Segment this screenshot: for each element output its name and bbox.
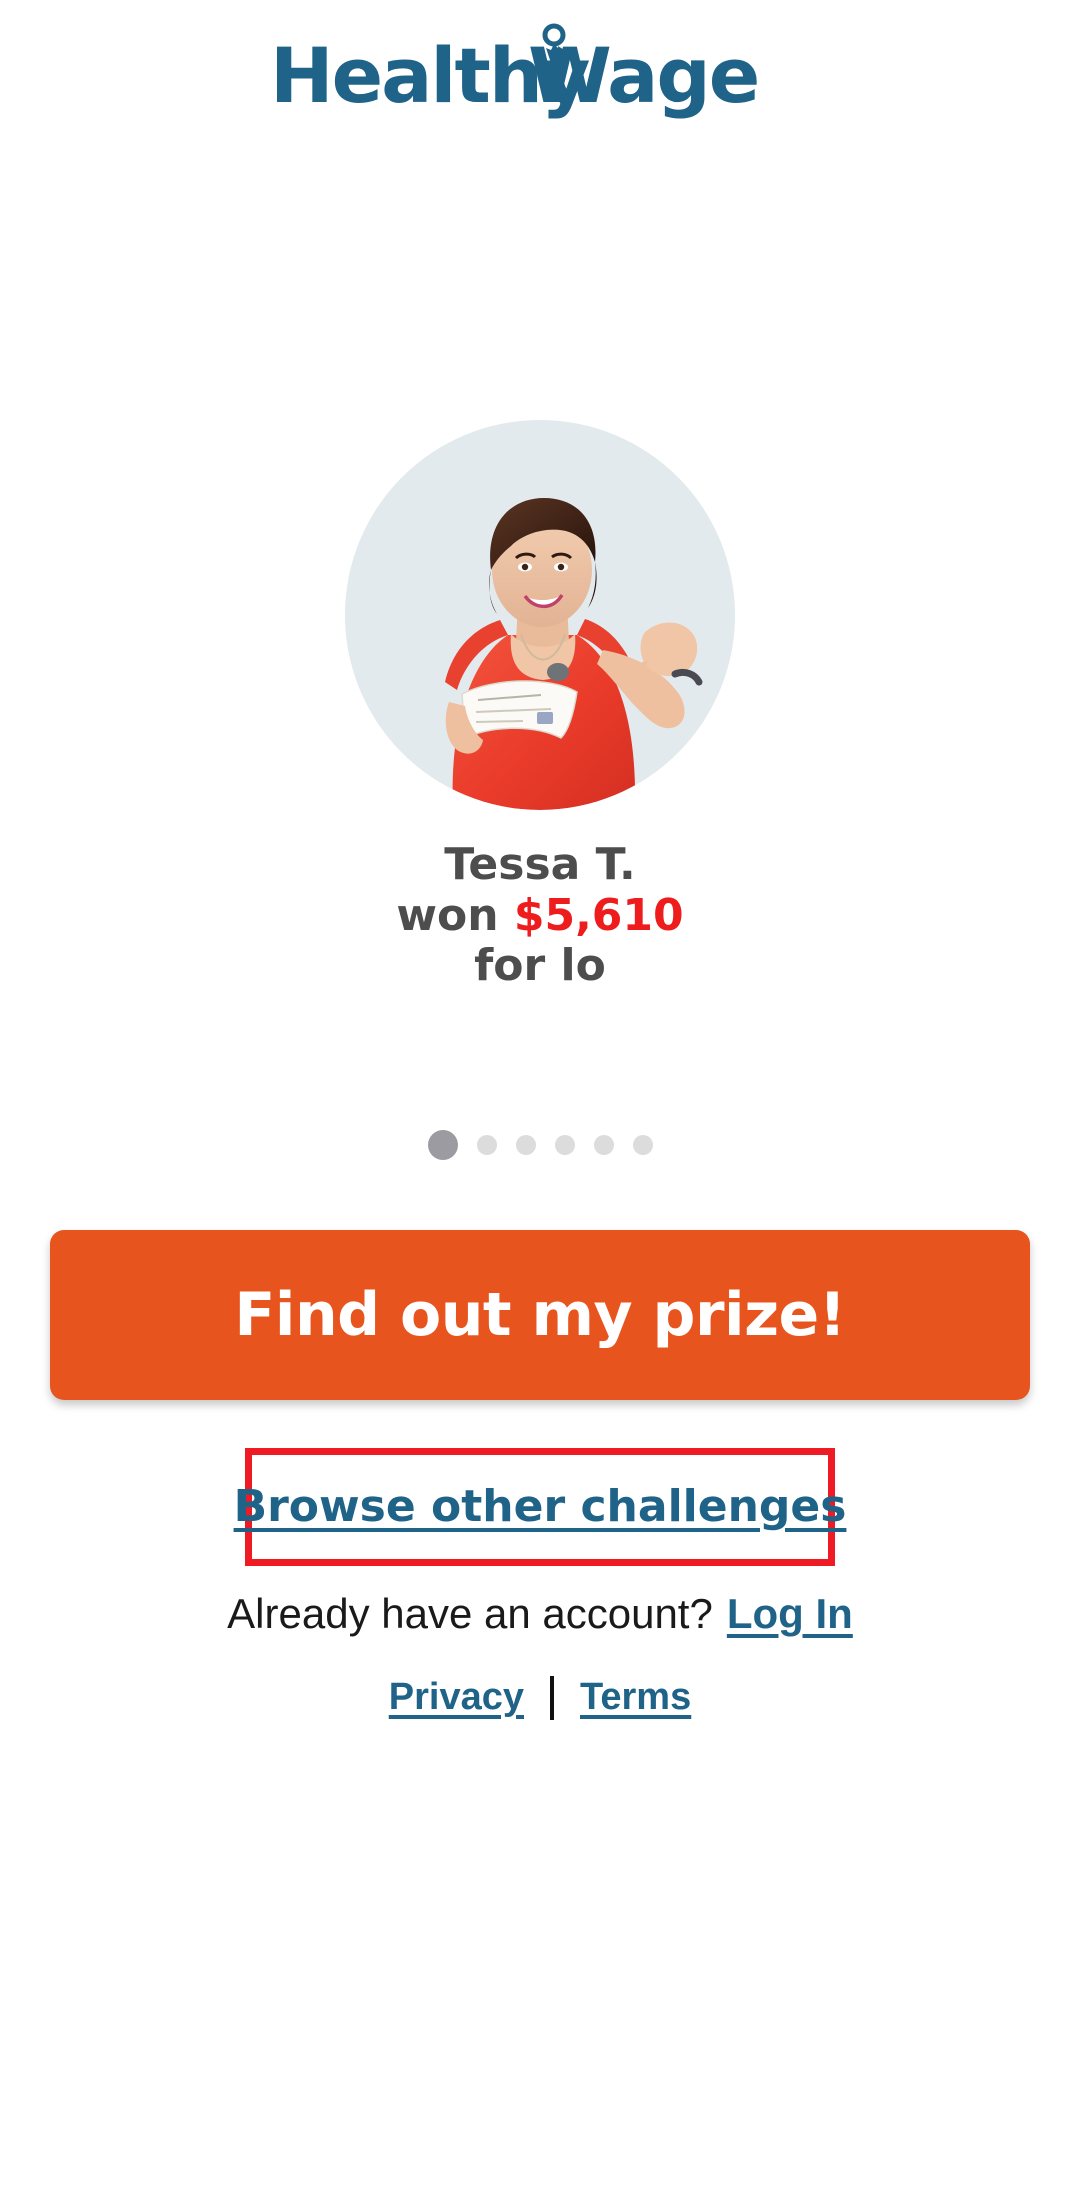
hero-section: Tessa T. won $5,610 for lo: [260, 420, 820, 992]
winner-avatar: [345, 420, 735, 810]
testimonial-reason: for lo: [474, 940, 606, 992]
winner-name: Tessa T.: [444, 839, 636, 890]
carousel-dot-5[interactable]: [593, 1134, 614, 1155]
terms-link[interactable]: Terms: [580, 1676, 691, 1719]
browse-other-challenges-link[interactable]: Browse other challenges: [234, 1481, 847, 1532]
privacy-link[interactable]: Privacy: [389, 1676, 524, 1719]
footer-links: Privacy Terms: [389, 1675, 691, 1720]
won-label: won: [396, 889, 499, 941]
logo-text-wage: Wage: [528, 31, 758, 120]
testimonial-text: Tessa T. won $5,610 for lo: [260, 839, 820, 992]
footer-separator: [549, 1675, 554, 1720]
carousel-dot-2[interactable]: [476, 1134, 497, 1155]
app-header: Healthy Wage: [0, 0, 1080, 124]
carousel-dots[interactable]: [427, 1128, 653, 1162]
healthywage-logo: Healthy Wage: [270, 23, 810, 124]
carousel-dot-1[interactable]: [427, 1129, 458, 1160]
browse-challenges-highlight: Browse other challenges: [234, 1447, 846, 1566]
carousel-dot-3[interactable]: [515, 1134, 536, 1155]
carousel-dot-4[interactable]: [554, 1134, 575, 1155]
onboarding-screen: Healthy Wage Tessa T. won $5,610 for lo …: [0, 0, 1080, 2186]
prize-amount: $5,610: [513, 889, 684, 941]
account-prompt-text: Already have an account?: [227, 1589, 713, 1637]
account-prompt-row: Already have an account? Log In: [227, 1590, 853, 1638]
carousel-dot-6[interactable]: [632, 1134, 653, 1155]
find-out-my-prize-button[interactable]: Find out my prize!: [50, 1229, 1030, 1400]
log-in-link[interactable]: Log In: [727, 1590, 853, 1638]
